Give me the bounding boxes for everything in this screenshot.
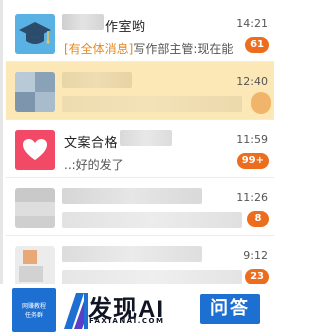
redacted-name xyxy=(62,246,202,262)
redacted-badge xyxy=(251,92,271,114)
conversation-preview: [有全体消息]写作部主管:现在能 xyxy=(64,40,233,57)
conversation-item[interactable]: 12:40 xyxy=(6,62,274,120)
watermark-badge-line1: 网赚教程 xyxy=(21,303,46,310)
conversation-time: 11:59 xyxy=(236,133,268,146)
all-members-tag: [有全体消息] xyxy=(64,42,134,56)
unread-badge: 99+ xyxy=(236,153,269,169)
redacted-name xyxy=(120,130,172,146)
heart-avatar xyxy=(15,130,55,170)
unread-badge: 61 xyxy=(245,37,269,53)
contact-avatar xyxy=(15,72,55,112)
contact-avatar xyxy=(15,246,55,286)
redacted-name xyxy=(62,188,202,204)
redacted-preview xyxy=(62,96,242,112)
conversation-time: 12:40 xyxy=(236,75,268,88)
conversation-time: 9:12 xyxy=(243,249,268,262)
watermark-domain: FAXIANAI.COM xyxy=(89,317,165,325)
conversation-item[interactable]: 文案合格 11:59 ..:好的发了 99+ xyxy=(6,120,274,178)
conversation-title: 作室哟 xyxy=(105,20,146,35)
preview-text: 写作部主管:现在能 xyxy=(133,42,234,56)
watermark-qr-badge: 网赚教程 任务群 xyxy=(12,288,56,332)
conversation-time: 11:26 xyxy=(236,191,268,204)
unread-badge: 23 xyxy=(245,269,269,285)
watermark-badge-line2: 任务群 xyxy=(24,312,43,319)
unread-badge: 8 xyxy=(247,211,269,227)
site-watermark: 网赚教程 任务群 发现AI FAXIANAI.COM 问答 xyxy=(0,284,280,336)
contact-avatar xyxy=(15,188,55,228)
conversation-item[interactable]: 作室哟 14:21 [有全体消息]写作部主管:现在能 61 xyxy=(6,4,274,62)
conversation-item[interactable]: 11:26 8 xyxy=(6,178,274,236)
group-avatar xyxy=(15,14,55,54)
redacted-name xyxy=(62,14,104,30)
redacted-name xyxy=(62,72,132,88)
redacted-preview xyxy=(62,212,242,228)
graduation-cap-icon xyxy=(15,14,55,54)
conversation-time: 14:21 xyxy=(236,17,268,30)
watermark-qa-button: 问答 xyxy=(200,294,260,324)
heart-icon xyxy=(15,130,55,170)
conversation-title: 文案合格 xyxy=(64,136,119,151)
conversation-preview: ..:好的发了 xyxy=(64,158,124,172)
